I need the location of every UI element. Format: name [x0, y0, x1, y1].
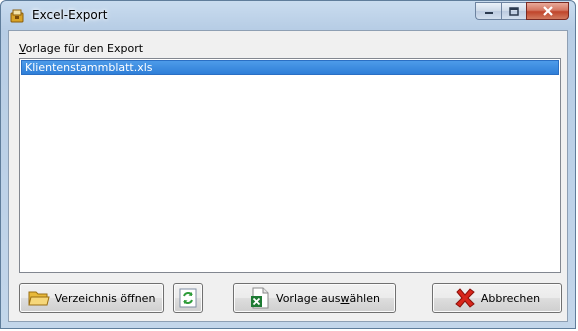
select-label-pre: Vorlage aus: [276, 291, 341, 305]
template-listbox[interactable]: Klientenstammblatt.xls: [19, 58, 561, 273]
refresh-button[interactable]: [173, 283, 203, 313]
caption-buttons: [475, 2, 569, 21]
close-icon: [542, 6, 553, 16]
select-label-post: ählen: [349, 291, 380, 305]
excel-export-app-icon: [10, 9, 24, 23]
dialog-client-area: Vorlage für den Export Klientenstammblat…: [8, 30, 568, 322]
window-title: Excel-Export: [32, 8, 108, 22]
close-button[interactable]: [526, 2, 569, 20]
excel-export-window: Excel-Export Vorlage für den Export Klie…: [0, 0, 576, 329]
open-directory-label: Verzeichnis öffnen: [54, 291, 156, 305]
maximize-button[interactable]: [501, 2, 526, 20]
template-label-accel: V: [19, 42, 26, 55]
template-label-rest: orlage für den Export: [25, 42, 144, 55]
minimize-button[interactable]: [475, 2, 501, 20]
cancel-label: Abbrechen: [480, 291, 541, 305]
folder-icon: [27, 291, 50, 306]
cancel-button[interactable]: Abbrechen: [432, 283, 562, 313]
open-directory-button[interactable]: Verzeichnis öffnen: [19, 283, 164, 313]
excel-file-icon: [251, 287, 269, 309]
list-item[interactable]: Klientenstammblatt.xls: [21, 60, 559, 75]
red-x-icon: [455, 288, 475, 308]
select-template-button[interactable]: Vorlage auswählen: [233, 283, 396, 313]
refresh-icon: [179, 288, 197, 308]
maximize-icon: [509, 6, 519, 16]
minimize-icon: [484, 12, 493, 14]
title-bar[interactable]: Excel-Export: [1, 1, 575, 31]
template-list-label: Vorlage für den Export: [19, 42, 143, 55]
select-template-label: Vorlage auswählen: [276, 292, 380, 305]
